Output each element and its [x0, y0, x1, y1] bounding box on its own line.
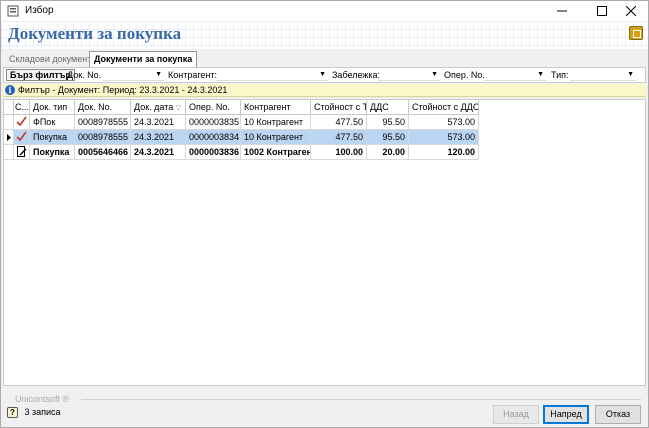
cell-vat: 95.50 — [367, 130, 409, 145]
cell-vat: 95.50 — [367, 115, 409, 130]
partner-filter-combo[interactable]: ▼ — [216, 69, 328, 81]
col-header-total[interactable]: Стойност с ДДС — [409, 100, 479, 115]
cell-total: 120.00 — [409, 145, 479, 160]
grid-header-row: С... Док. тип Док. No. Док. дата ▽ Опер.… — [4, 100, 479, 115]
maximize-icon — [597, 6, 607, 16]
record-count: 3 записа — [24, 407, 61, 417]
partner-filter-label: Контрагент: — [168, 70, 218, 80]
col-header-status[interactable]: С... — [14, 100, 30, 115]
note-filter-combo[interactable]: ▼ — [378, 69, 440, 81]
type-filter-label: Тип: — [551, 70, 569, 80]
edit-document-icon — [17, 146, 27, 157]
check-icon — [16, 116, 27, 127]
cell-value: 100.00 — [311, 145, 367, 160]
title-bar: Избор — [1, 1, 648, 21]
tab-purchase-documents[interactable]: Документи за покупка — [89, 51, 198, 67]
row-status — [14, 145, 30, 160]
cell-vat: 20.00 — [367, 145, 409, 160]
row-status — [14, 115, 30, 130]
row-status — [14, 130, 30, 145]
col-header-doc-no[interactable]: Док. No. — [75, 100, 131, 115]
cell-oper-no: 0000003834 — [186, 130, 241, 145]
cell-doc-date: 24.3.2021 — [131, 145, 186, 160]
app-icon — [7, 5, 19, 17]
oper-no-filter-combo[interactable]: ▼ — [484, 69, 546, 81]
cell-doc-type: ФПок — [30, 115, 75, 130]
tab-warehouse-documents[interactable]: Складови документи — [5, 52, 100, 67]
cell-partner: 10 Контрагент — [241, 115, 311, 130]
current-row-arrow-icon — [7, 134, 11, 141]
minimize-button[interactable] — [545, 1, 579, 21]
cell-oper-no: 0000003835 — [186, 115, 241, 130]
window-mode-icon[interactable] — [629, 26, 643, 40]
indicator-header — [4, 100, 14, 115]
chevron-down-icon: ▼ — [319, 71, 326, 78]
close-icon — [626, 6, 636, 16]
chevron-down-icon: ▼ — [431, 71, 438, 78]
col-header-doc-date-label: Док. дата — [134, 102, 174, 112]
cell-partner: 10 Контрагент — [241, 130, 311, 145]
cell-doc-no: 0008978555 — [75, 130, 131, 145]
col-header-doc-type[interactable]: Док. тип — [30, 100, 75, 115]
cell-value: 477.50 — [311, 130, 367, 145]
window-title: Избор — [25, 5, 54, 16]
cell-doc-no: 0005646466 — [75, 145, 131, 160]
col-header-vat[interactable]: ДДС — [367, 100, 409, 115]
cell-total: 573.00 — [409, 115, 479, 130]
table-row-selected[interactable]: Покупка 0008978555 24.3.2021 0000003834 … — [4, 130, 479, 145]
cancel-button[interactable]: Отказ — [595, 405, 641, 424]
table-row[interactable]: Покупка 0005646466 24.3.2021 0000003836 … — [4, 145, 479, 160]
sort-filter-icon: ▽ — [175, 105, 182, 112]
tab-strip: Складови документи Документи за покупка — [3, 51, 646, 67]
col-header-partner[interactable]: Контрагент — [241, 100, 311, 115]
type-filter-combo[interactable]: ▼ — [570, 69, 636, 81]
note-filter-label: Забележка: — [332, 70, 381, 80]
help-icon[interactable]: ? — [7, 407, 18, 419]
chevron-down-icon: ▼ — [155, 71, 162, 78]
row-indicator — [4, 145, 14, 160]
info-icon: i — [5, 85, 15, 95]
oper-no-filter-label: Опер. No. — [444, 70, 485, 80]
chevron-down-icon: ▼ — [537, 71, 544, 78]
doc-no-filter-label: Док. No. — [67, 70, 102, 80]
footer-divider — [81, 399, 641, 400]
row-indicator — [4, 115, 14, 130]
cell-doc-date: 24.3.2021 — [131, 115, 186, 130]
cell-doc-no: 0008978555 — [75, 115, 131, 130]
back-button[interactable]: Назад — [493, 405, 539, 424]
cell-doc-date: 24.3.2021 — [131, 130, 186, 145]
col-header-oper-no[interactable]: Опер. No. — [186, 100, 241, 115]
col-header-doc-date[interactable]: Док. дата ▽ — [131, 100, 186, 115]
cell-partner: 1002 Контрагент — [241, 145, 311, 160]
page-title: Документи за покупка — [8, 24, 182, 43]
cell-doc-type: Покупка — [30, 145, 75, 160]
next-button[interactable]: Напред — [543, 405, 589, 424]
quick-filter-button[interactable]: Бърз филтър — [6, 69, 75, 81]
check-icon — [16, 131, 27, 142]
row-indicator — [4, 130, 14, 145]
minimize-icon — [557, 10, 567, 12]
table-row[interactable]: ФПок 0008978555 24.3.2021 0000003835 10 … — [4, 115, 479, 130]
close-button[interactable] — [614, 1, 648, 21]
cell-total: 573.00 — [409, 130, 479, 145]
chevron-down-icon: ▼ — [627, 71, 634, 78]
cell-doc-type: Покупка — [30, 130, 75, 145]
documents-grid: С... Док. тип Док. No. Док. дата ▽ Опер.… — [3, 99, 646, 386]
cell-value: 477.50 — [311, 115, 367, 130]
cell-oper-no: 0000003836 — [186, 145, 241, 160]
filter-bar: Бърз филтър Док. No. ▼ Контрагент: ▼ Заб… — [3, 67, 646, 83]
selection-window: Избор Документи за покупка Складови доку… — [0, 0, 649, 428]
page-header: Документи за покупка — [1, 21, 648, 49]
filter-info-text: Филтър - Документ: Период: 23.3.2021 - 2… — [18, 85, 228, 95]
col-header-value[interactable]: Стойност с ТО — [311, 100, 367, 115]
brand-label: Unicontsoft ® — [15, 394, 70, 404]
filter-info-strip: i Филтър - Документ: Период: 23.3.2021 -… — [3, 84, 646, 97]
doc-no-filter-combo[interactable]: ▼ — [102, 69, 164, 81]
status-bar: ? 3 записа — [7, 407, 61, 419]
